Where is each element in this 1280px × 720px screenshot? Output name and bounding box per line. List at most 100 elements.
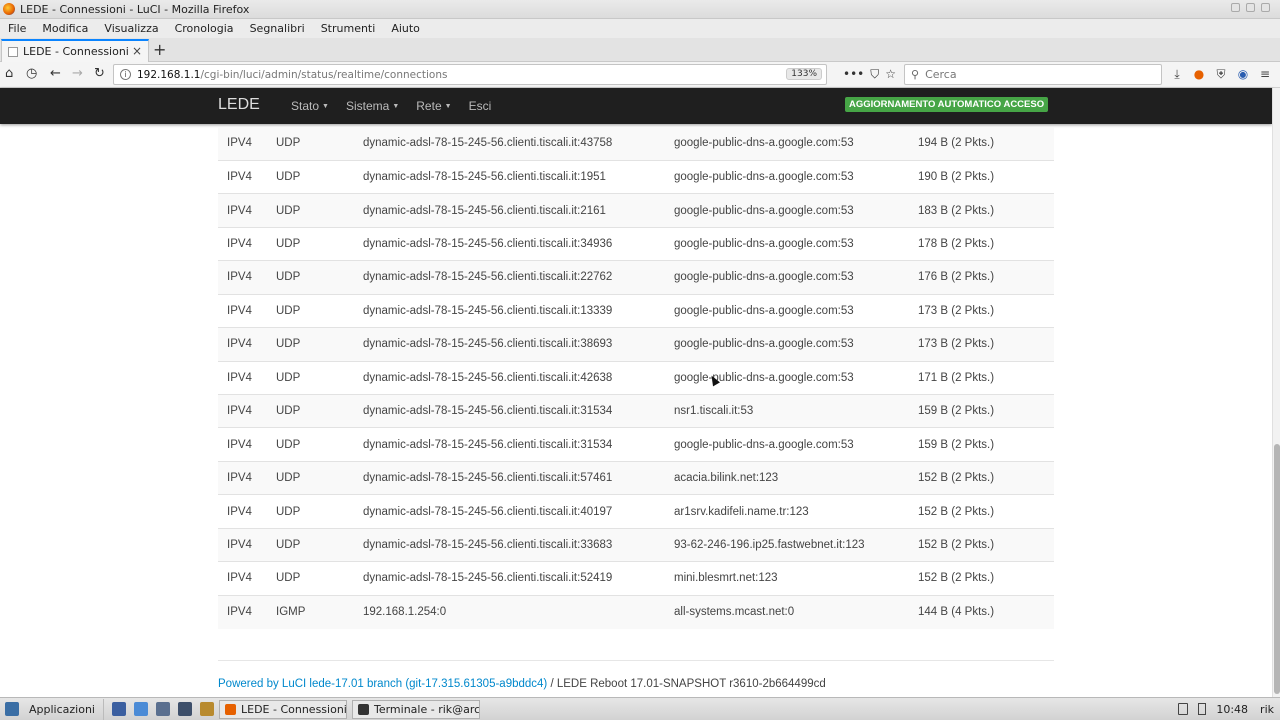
powered-by-link[interactable]: Powered by LuCI lede-17.01 branch (git-1… — [218, 678, 547, 690]
applications-menu-button[interactable]: Applicazioni — [0, 698, 104, 720]
destination-cell: google-public-dns-a.google.com:53 — [674, 260, 918, 295]
table-row: IPV4 UDP dynamic-adsl-78-15-245-56.clienti… — [218, 561, 1054, 596]
extension-icon[interactable]: ◉ — [1236, 67, 1250, 81]
close-window-button[interactable] — [1261, 3, 1270, 12]
star-icon[interactable]: ☆ — [885, 67, 896, 82]
forward-icon[interactable]: → — [72, 66, 83, 82]
destination-cell: google-public-dns-a.google.com:53 — [674, 293, 918, 328]
tab-lede-connessioni[interactable]: LEDE - Connessioni - L × — [1, 39, 149, 62]
minimize-button[interactable] — [1231, 3, 1240, 12]
source-cell: dynamic-adsl-78-15-245-56.clienti.tiscal… — [363, 260, 674, 295]
destination-cell: nsr1.tiscali.it:53 — [674, 393, 918, 428]
task-terminal[interactable]: Terminale - rik@arch... — [351, 699, 480, 719]
protocol-family-cell: IPV4 — [218, 260, 276, 295]
menu-cronologia[interactable]: Cronologia — [167, 22, 242, 35]
protocol-family-cell: IPV4 — [218, 561, 276, 596]
menu-file[interactable]: File — [0, 22, 34, 35]
destination-cell: ar1srv.kadifeli.name.tr:123 — [674, 494, 918, 529]
launcher-terminal-icon[interactable] — [111, 702, 126, 716]
download-icon[interactable]: ⤓ — [1170, 67, 1184, 81]
firefox-icon — [224, 703, 236, 715]
table-row: IPV4 UDP dynamic-adsl-78-15-245-56.clienti… — [218, 460, 1054, 495]
shield-icon[interactable]: ⛨ — [1214, 67, 1228, 81]
protocol-cell: UDP — [276, 494, 363, 529]
table-row: IPV4 UDP dynamic-adsl-78-15-245-56.clienti… — [218, 293, 1054, 328]
pocket-icon[interactable]: ⛉ — [870, 67, 879, 82]
nav-esci[interactable]: Esci — [469, 99, 492, 113]
source-cell: dynamic-adsl-78-15-245-56.clienti.tiscal… — [363, 494, 674, 529]
menu-visualizza[interactable]: Visualizza — [96, 22, 166, 35]
nav-sistema[interactable]: Sistema ▼ — [346, 99, 399, 113]
clock[interactable]: 10:48 — [1216, 703, 1248, 716]
protocol-cell: UDP — [276, 193, 363, 228]
maximize-button[interactable] — [1246, 3, 1255, 12]
table-row: IPV4 IGMP 192.168.1.254:0 all-systems.mcast… — [218, 594, 1054, 629]
launcher-app-icon[interactable] — [199, 702, 214, 716]
nav-rete[interactable]: Rete ▼ — [416, 99, 451, 113]
search-bar[interactable]: ⚲ Cerca — [904, 64, 1162, 85]
tab-strip: LEDE - Connessioni - L × + — [0, 38, 1280, 62]
destination-cell: 93-62-246-196.ip25.fastwebnet.it:123 — [674, 527, 918, 562]
source-cell: dynamic-adsl-78-15-245-56.clienti.tiscal… — [363, 460, 674, 495]
auto-refresh-toggle[interactable]: AGGIORNAMENTO AUTOMATICO ACCESO — [845, 97, 1049, 112]
scroll-thumb[interactable] — [1274, 444, 1280, 694]
window-controls — [1231, 3, 1270, 12]
source-cell: dynamic-adsl-78-15-245-56.clienti.tiscal… — [363, 561, 674, 596]
battery-icon[interactable] — [1198, 703, 1207, 715]
main-nav: Stato ▼ Sistema ▼ Rete ▼ Esci — [291, 99, 491, 113]
user-name[interactable]: rik — [1260, 703, 1274, 716]
home-icon[interactable]: ⌂ — [5, 66, 13, 82]
table-row: IPV4 UDP dynamic-adsl-78-15-245-56.clienti… — [218, 226, 1054, 261]
info-icon[interactable]: i — [120, 69, 131, 80]
luci-header: LEDE Stato ▼ Sistema ▼ Rete ▼ Esci AGGIORNA… — [0, 88, 1272, 124]
nav-stato[interactable]: Stato ▼ — [291, 99, 329, 113]
source-cell: dynamic-adsl-78-15-245-56.clienti.tiscal… — [363, 137, 613, 150]
reload-icon[interactable]: ↻ — [94, 66, 105, 82]
protocol-family-cell: IPV4 — [218, 393, 276, 428]
brand-logo[interactable]: LEDE — [218, 96, 260, 114]
launcher-browser-icon[interactable] — [133, 702, 148, 716]
protocol-family-cell: IPV4 — [218, 427, 276, 462]
launcher-files-icon[interactable] — [155, 702, 170, 716]
launcher-editor-icon[interactable] — [177, 702, 192, 716]
protocol-family-cell: IPV4 — [218, 159, 276, 194]
menu-segnalibri[interactable]: Segnalibri — [242, 22, 313, 35]
url-host: 192.168.1.1 — [137, 68, 201, 81]
transfer-cell: 173 B (2 Pkts.) — [918, 293, 1054, 328]
menu-strumenti[interactable]: Strumenti — [313, 22, 384, 35]
destination-cell: google-public-dns-a.google.com:53 — [674, 327, 918, 362]
chevron-down-icon: ▼ — [322, 103, 329, 111]
protocol-family-cell: IPV4 — [218, 193, 276, 228]
new-tab-button[interactable]: + — [153, 40, 166, 59]
source-cell: dynamic-adsl-78-15-245-56.clienti.tiscal… — [363, 159, 674, 194]
protocol-family-cell: IPV4 — [218, 527, 276, 562]
system-tray: 10:48 rik — [1178, 698, 1280, 720]
source-cell: dynamic-adsl-78-15-245-56.clienti.tiscal… — [363, 360, 674, 395]
protocol-cell: UDP — [276, 327, 363, 362]
firefox-account-icon[interactable]: ● — [1192, 67, 1206, 81]
task-firefox[interactable]: LEDE - Connessioni -... — [218, 699, 347, 719]
table-row: IPV4 UDP dynamic-adsl-78-15-245-56.clienti… — [218, 260, 1054, 295]
clipboard-icon[interactable] — [1178, 703, 1189, 715]
search-placeholder: Cerca — [925, 68, 957, 81]
more-icon[interactable]: ••• — [843, 67, 864, 82]
protocol-family-cell: IPV4 — [218, 293, 276, 328]
destination-cell: google-public-dns-a.google.com:53 — [674, 137, 854, 150]
transfer-cell: 159 B (2 Pkts.) — [918, 427, 1054, 462]
back-icon[interactable]: ← — [50, 66, 61, 82]
menu-aiuto[interactable]: Aiuto — [383, 22, 428, 35]
zoom-indicator[interactable]: 133% — [786, 68, 822, 80]
toolbar-icons: ⤓ ● ⛨ ◉ ≡ — [1170, 67, 1272, 81]
menu-icon[interactable]: ≡ — [1258, 67, 1272, 81]
destination-cell: all-systems.mcast.net:0 — [674, 594, 918, 629]
protocol-family-cell: IPV4 — [218, 460, 276, 495]
transfer-cell: 176 B (2 Pkts.) — [918, 260, 1054, 295]
page-scrollbar[interactable] — [1272, 88, 1280, 697]
source-cell: dynamic-adsl-78-15-245-56.clienti.tiscal… — [363, 527, 674, 562]
history-icon[interactable]: ◷ — [26, 66, 37, 82]
taskbar: Applicazioni LEDE - Connessioni -... Ter… — [0, 697, 1280, 720]
url-path: /cgi-bin/luci/admin/status/realtime/conn… — [200, 68, 448, 81]
url-bar[interactable]: i 192.168.1.1 /cgi-bin/luci/admin/status… — [113, 64, 827, 85]
menu-modifica[interactable]: Modifica — [34, 22, 96, 35]
tab-close-icon[interactable]: × — [132, 44, 142, 58]
